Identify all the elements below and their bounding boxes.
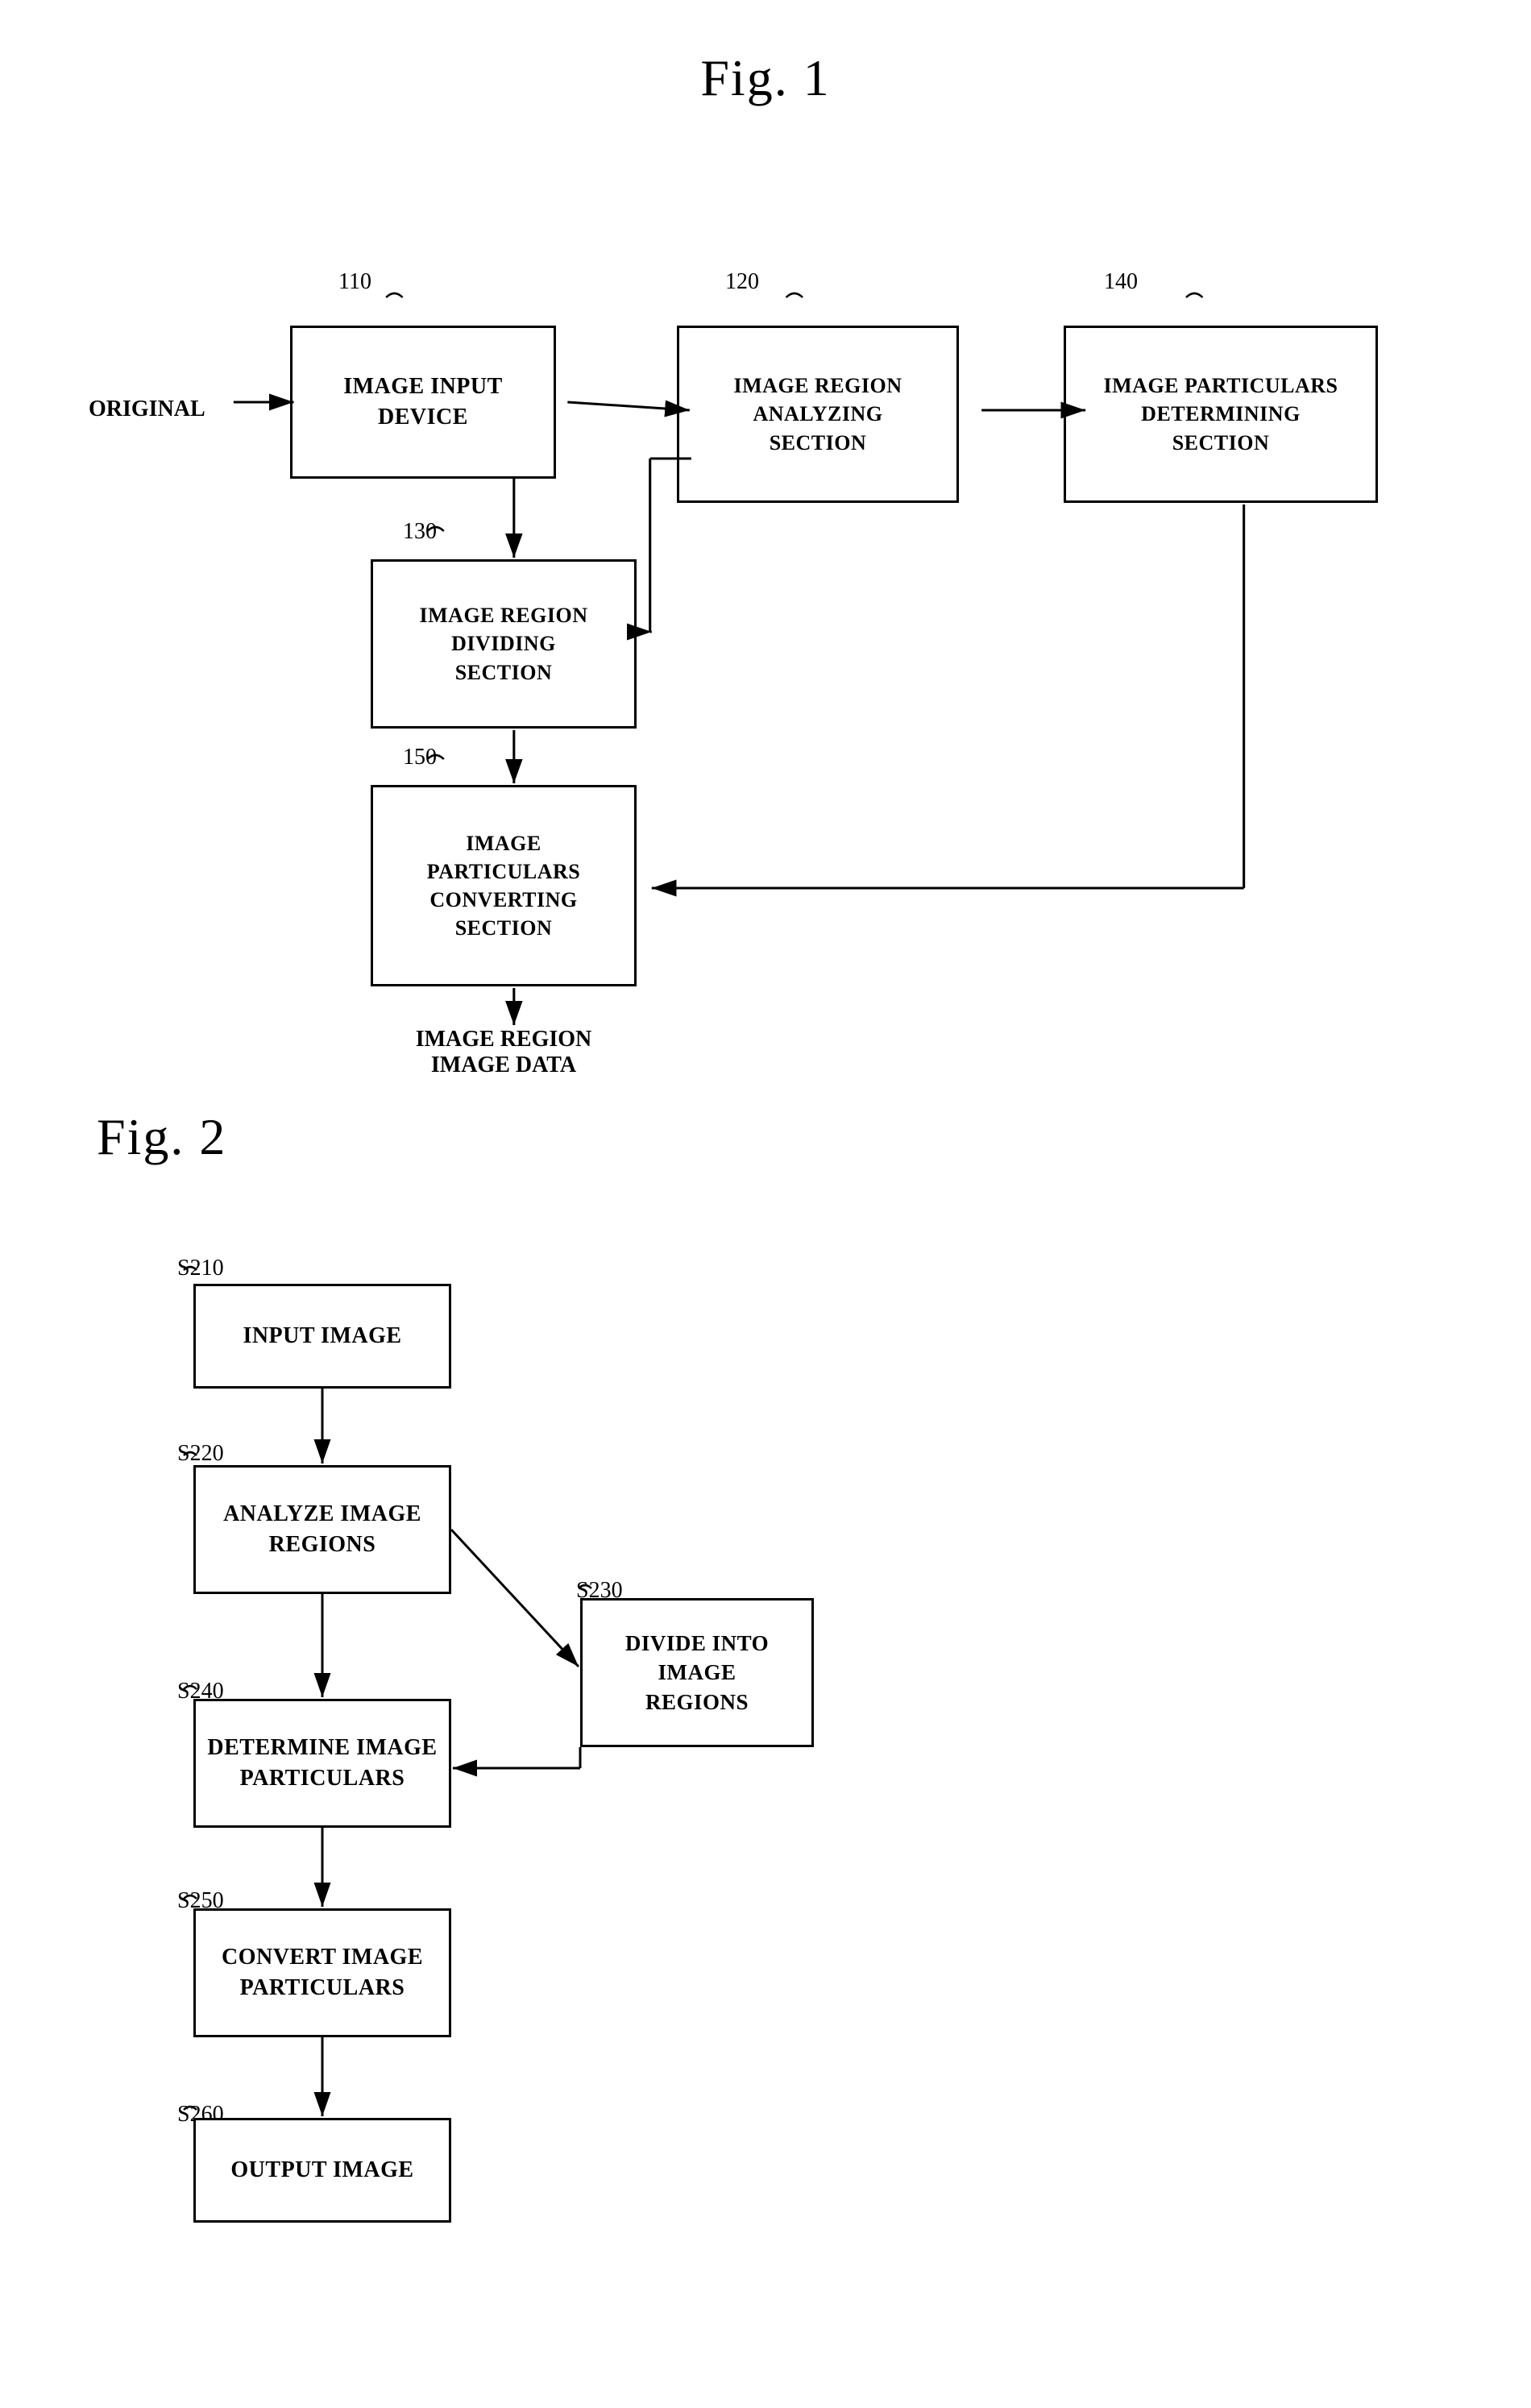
fig1-title: Fig. 1 (64, 48, 1467, 108)
image-region-data-label: IMAGE REGIONIMAGE DATA (371, 1027, 637, 1078)
page: Fig. 1 110 120 140 130 150 ORIGINAL IMAG… (0, 0, 1531, 2408)
ref-120: 120 (725, 269, 759, 295)
convert-image-particulars-box: CONVERT IMAGEPARTICULARS (193, 1908, 451, 2037)
image-region-analyzing-box: IMAGE REGIONANALYZINGSECTION (677, 326, 959, 503)
fig2-diagram: S210 S220 S240 S230 S250 S260 INPUT IMAG… (113, 1231, 1515, 2360)
ref-140: 140 (1104, 269, 1138, 295)
ref-s210: S210 (177, 1256, 224, 1281)
fig1-diagram: 110 120 140 130 150 ORIGINAL IMAGE INPUT… (64, 172, 1467, 1059)
ref-130: 130 (403, 519, 437, 545)
divide-into-image-regions-box: DIVIDE INTOIMAGEREGIONS (580, 1598, 814, 1747)
fig2-title: Fig. 2 (64, 1107, 1467, 1167)
input-image-box: INPUT IMAGE (193, 1284, 451, 1389)
image-particulars-converting-box: IMAGEPARTICULARSCONVERTINGSECTION (371, 785, 637, 986)
image-input-device-box: IMAGE INPUTDEVICE (290, 326, 556, 479)
determine-image-particulars-box: DETERMINE IMAGEPARTICULARS (193, 1699, 451, 1828)
fig1-arrows (64, 172, 1467, 1059)
ref-110: 110 (338, 269, 371, 295)
ref-150: 150 (403, 745, 437, 770)
analyze-image-regions-box: ANALYZE IMAGEREGIONS (193, 1465, 451, 1594)
ref-s220: S220 (177, 1441, 224, 1467)
original-label: ORIGINAL (89, 396, 205, 422)
output-image-box: OUTPUT IMAGE (193, 2118, 451, 2223)
image-particulars-determining-box: IMAGE PARTICULARSDETERMININGSECTION (1064, 326, 1378, 503)
image-region-dividing-box: IMAGE REGIONDIVIDINGSECTION (371, 559, 637, 729)
